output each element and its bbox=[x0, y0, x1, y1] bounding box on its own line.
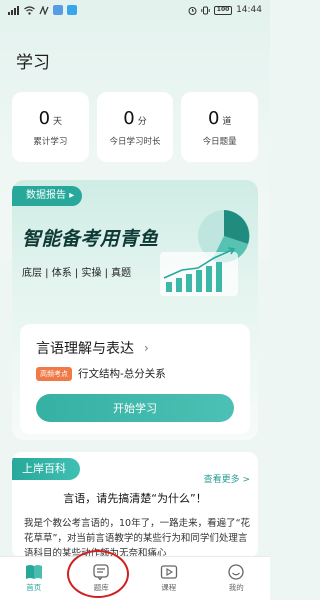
course-tag-row: 高频考点 行文结构-总分关系 bbox=[36, 366, 166, 381]
view-more-link[interactable]: 查看更多 > bbox=[204, 472, 250, 485]
stat-label: 累计学习 bbox=[33, 136, 68, 147]
status-time: 14:44 bbox=[236, 5, 262, 15]
nav-label: 首页 bbox=[26, 583, 42, 592]
status-right-icons: 100 14:44 bbox=[188, 5, 262, 15]
stat-unit: 道 bbox=[222, 116, 232, 127]
app-notification-icon bbox=[53, 5, 63, 15]
battery-level: 100 bbox=[216, 6, 230, 13]
status-bar: 100 14:44 bbox=[0, 0, 270, 20]
stat-card-study-time[interactable]: 0 分 今日学习时长 bbox=[96, 92, 174, 162]
book-icon bbox=[25, 565, 42, 579]
report-headline: 智能备考用青鱼 bbox=[22, 228, 159, 250]
stat-value-row: 0 天 bbox=[39, 108, 62, 129]
nav-item-home[interactable]: 首页 bbox=[7, 564, 61, 593]
status-left-icons bbox=[8, 5, 77, 15]
stat-value: 0 bbox=[207, 107, 220, 129]
battery-icon: 100 bbox=[214, 5, 233, 15]
annotation-circle bbox=[67, 550, 129, 598]
growth-chart-illustration bbox=[160, 210, 250, 296]
stat-unit: 天 bbox=[53, 116, 63, 127]
data-report-tag[interactable]: 数据报告 ▸ bbox=[12, 186, 83, 206]
stat-value: 0 bbox=[123, 107, 135, 129]
nav-item-profile[interactable]: 我的 bbox=[209, 564, 263, 593]
vibrate-icon bbox=[201, 6, 210, 14]
stat-card-study-days[interactable]: 0 天 累计学习 bbox=[12, 92, 89, 162]
chevron-right-icon: › bbox=[144, 341, 149, 355]
stat-value: 0 bbox=[38, 107, 51, 129]
stat-label: 今日学习时长 bbox=[109, 136, 161, 147]
stats-row: 0 天 累计学习 0 分 今日学习时长 0 道 今日题量 bbox=[12, 92, 259, 162]
stat-label: 今日题量 bbox=[202, 136, 237, 147]
news-tag: 上岸百科 bbox=[12, 458, 80, 480]
start-learning-button[interactable]: 开始学习 bbox=[36, 394, 234, 422]
stat-unit: 分 bbox=[137, 116, 147, 127]
alarm-icon bbox=[188, 6, 197, 15]
nfc-icon bbox=[39, 5, 49, 15]
app-notification-icon-2 bbox=[67, 5, 77, 15]
report-subline: 底层 | 体系 | 实操 | 真题 bbox=[22, 268, 132, 279]
news-body[interactable]: 我是个教公考言语的，10年了，一路走来，看遍了“花花草草”，对当前言语教学的某些… bbox=[24, 516, 250, 558]
course-title: 言语理解与表达 bbox=[36, 341, 134, 357]
course-title-row[interactable]: 言语理解与表达 › bbox=[36, 338, 149, 358]
news-section: 上岸百科 查看更多 > 言语，请先搞清楚“为什么”！ 我是个教公考言语的，10年… bbox=[12, 452, 258, 558]
stat-value-row: 0 分 bbox=[123, 108, 146, 129]
video-icon bbox=[160, 565, 177, 579]
news-headline[interactable]: 言语，请先搞清楚“为什么”！ bbox=[12, 490, 258, 506]
bottom-nav: 首页 题库 课程 我的 bbox=[0, 556, 270, 600]
wifi-icon bbox=[24, 5, 35, 15]
stat-card-question-count[interactable]: 0 道 今日题量 bbox=[181, 92, 259, 162]
stat-value-row: 0 道 bbox=[208, 108, 231, 129]
smiley-icon bbox=[228, 564, 244, 580]
signal-icon bbox=[8, 5, 19, 15]
hot-topic-badge: 高频考点 bbox=[36, 366, 72, 381]
play-arrow-icon: ▸ bbox=[69, 190, 75, 201]
course-topic: 行文结构-总分关系 bbox=[78, 368, 166, 380]
nav-item-course[interactable]: 课程 bbox=[142, 564, 196, 593]
nav-label: 我的 bbox=[228, 583, 244, 592]
nav-label: 课程 bbox=[161, 583, 177, 592]
page-title: 学习 bbox=[16, 53, 50, 73]
data-report-label: 数据报告 bbox=[26, 190, 66, 201]
course-card[interactable]: 言语理解与表达 › 高频考点 行文结构-总分关系 开始学习 bbox=[20, 324, 250, 434]
